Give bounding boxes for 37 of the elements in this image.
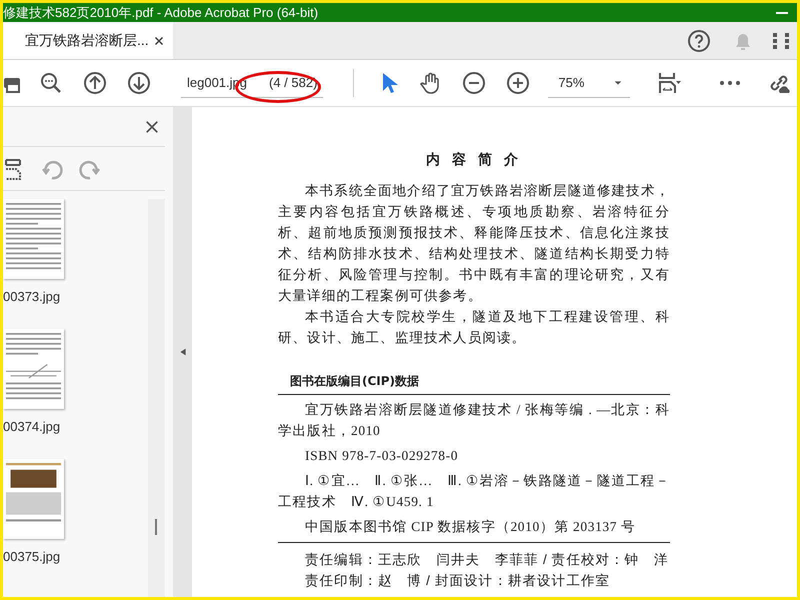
scrollbar-thumb[interactable]	[155, 519, 157, 535]
zoom-value: 75%	[558, 74, 584, 92]
left-triangle-icon	[178, 346, 186, 358]
page-thumbnail[interactable]	[3, 199, 64, 279]
minimize-icon	[776, 12, 788, 14]
close-panel-button[interactable]	[145, 120, 159, 134]
body-paragraph: 本书适合大专院校学生，隧道及地下工程建设管理、科研、设计、施工、监理技术人员阅读。	[278, 308, 670, 347]
document-tab[interactable]: 宜万铁路岩溶断层...	[3, 22, 173, 59]
fit-page-icon	[657, 71, 682, 95]
collapse-panel-button[interactable]	[178, 346, 186, 358]
cip-number: 中国版本图书馆 CIP 数据核字（2010）第 203137 号	[278, 516, 670, 543]
window-title: 修建技术582页2010年.pdf - Adobe Acrobat Pro (64-bit)	[3, 4, 318, 22]
zoom-out-icon	[462, 71, 486, 95]
next-page-icon	[127, 71, 151, 95]
page-thumbnail[interactable]	[3, 329, 64, 409]
page-thumbnail[interactable]	[3, 459, 64, 539]
body-paragraph: 本书系统全面地介绍了宜万铁路岩溶断层隧道修建技术，主要内容包括宜万铁路概述、专项地质勘察、岩溶特征分析、超前地质预测预报技术、释能降压技术、信息化注浆技术、结构防排水技术、结构处理技术、隧道结构长期受力特征分析、风险管理与控制。书中既有丰富的理论研究，又有大量详细的工程案例可供参考。	[278, 182, 670, 305]
caret-icon	[614, 78, 622, 86]
tab-label: 宜万铁路岩溶断层...	[25, 31, 149, 50]
cip-line: ISBN 978-7-03-029278-0	[304, 447, 460, 465]
cip-line: 宜万铁路岩溶断层隧道修建技术 / 张梅等编 . —北京：科学出版社，2010	[278, 401, 670, 440]
help-icon	[687, 28, 711, 52]
zoom-in-icon	[506, 71, 530, 95]
close-icon	[145, 120, 159, 134]
credits-line: 责任编辑：王志欣 闫井夫 李菲菲 / 责任校对：钟 洋	[304, 551, 670, 569]
previous-page-icon	[83, 71, 107, 95]
thumbnail-label: 00375.jpg	[3, 548, 62, 566]
cip-title: 图书在版编目(CIP)数据	[278, 372, 670, 395]
credits-line: 责任印制：赵 博 / 封面设计：耕者设计工作室	[304, 572, 612, 590]
thumbnail-label: 00373.jpg	[3, 288, 62, 306]
find-icon	[39, 71, 63, 95]
cip-line: Ⅰ. ①宜… Ⅱ. ①张… Ⅲ. ①岩溶－铁路隧道－隧道工程－工程技术 Ⅳ. ①U459. 1	[278, 472, 670, 511]
close-icon[interactable]	[153, 34, 165, 46]
thumbnail-label: 00374.jpg	[3, 418, 62, 436]
zoom-dropdown[interactable]: 75%	[548, 68, 630, 98]
page-heading: 内 容 简 介	[425, 150, 523, 169]
more-tools-icon	[720, 81, 740, 85]
